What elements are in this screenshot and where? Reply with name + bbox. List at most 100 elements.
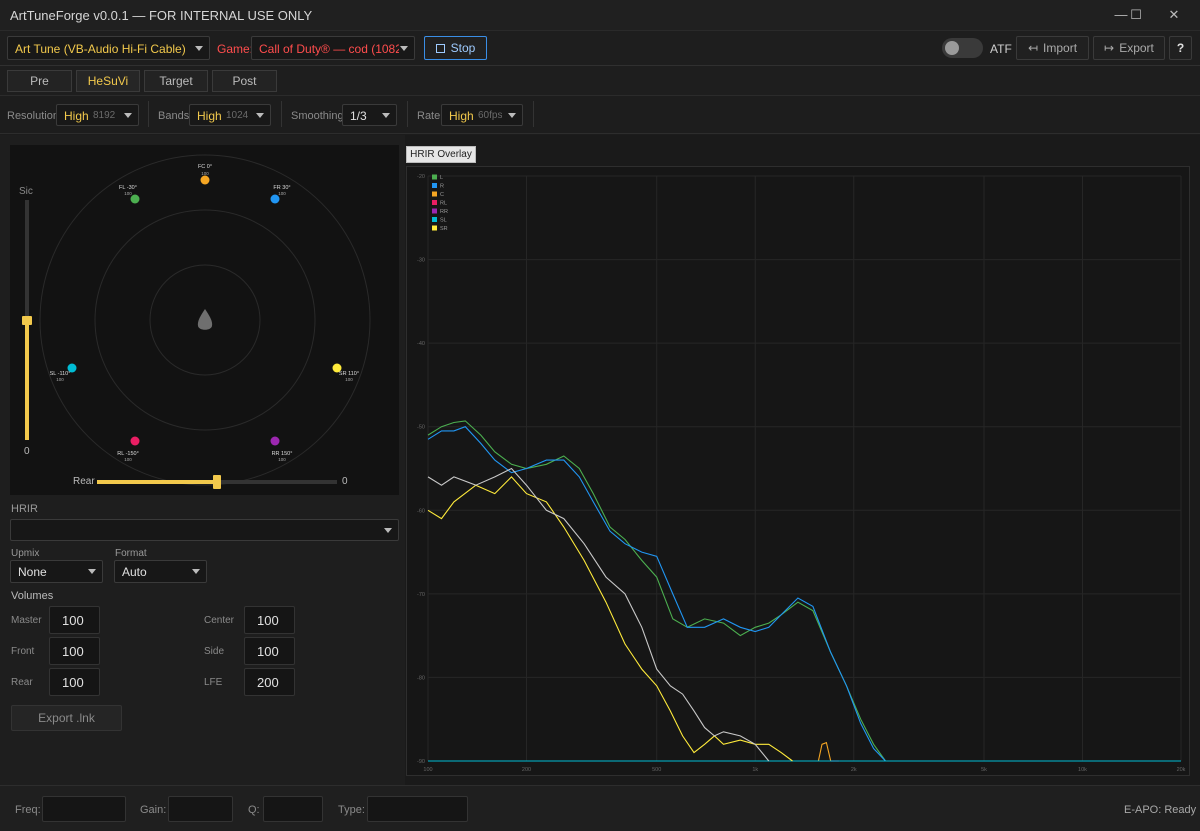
chevron-down-icon (508, 113, 516, 118)
legend-label: RL (440, 201, 447, 207)
lfe-input[interactable]: 200 (244, 668, 295, 696)
smoothing-select[interactable]: 1/3 (342, 104, 397, 126)
speaker-fr[interactable]: FR 30° 100 (270, 185, 291, 204)
center-input[interactable]: 100 (244, 606, 295, 634)
speaker-rr[interactable]: RR 150° 100 (270, 436, 293, 463)
divider (533, 101, 534, 127)
chevron-down-icon (195, 46, 203, 51)
front-input[interactable]: 100 (49, 637, 100, 665)
side-slider-fill (25, 320, 29, 440)
speaker-fr-dot[interactable] (270, 194, 280, 204)
y-tick-label: -60 (417, 508, 425, 514)
speaker-rl-dot[interactable] (130, 436, 140, 446)
bands-select[interactable]: High 1024 (189, 104, 271, 126)
side-input[interactable]: 100 (244, 637, 295, 665)
freq-input[interactable] (42, 796, 126, 822)
bands-value: High (197, 109, 222, 123)
y-tick-label: -50 (417, 425, 425, 431)
tab-target[interactable]: Target (144, 70, 208, 92)
divider (148, 101, 149, 127)
game-value: Call of Duty® — cod (10820 (259, 42, 399, 56)
window-title: ArtTuneForge v0.0.1 — FOR INTERNAL USE O… (10, 8, 313, 23)
legend-label: SL (440, 218, 447, 224)
type-input[interactable] (367, 796, 468, 822)
tab-post[interactable]: Post (212, 70, 277, 92)
status-text: E-APO: Ready (1124, 804, 1197, 816)
y-tick-label: -80 (417, 675, 425, 681)
speaker-sr[interactable]: SR 110° 100 (332, 363, 360, 383)
bands-sub: 1024 (226, 110, 249, 121)
speaker-fl[interactable]: FL -30° 100 (119, 185, 140, 204)
side-slider-label: Sic (19, 186, 33, 197)
legend-swatch (432, 200, 437, 205)
side-label: Side (204, 646, 225, 657)
rear-slider[interactable] (97, 475, 337, 489)
speaker-rr-dot[interactable] (270, 436, 280, 446)
stop-button[interactable]: Stop (424, 36, 487, 60)
smoothing-value: 1/3 (350, 109, 367, 123)
hrir-chart-svg: 100 200 500 1k 2k 5k 10k 20k -20 -30 -40 -50 -60 -70 -… (417, 174, 1186, 773)
tab-hesuvi[interactable]: HeSuVi (76, 70, 140, 92)
speaker-rr-level: 100 (278, 457, 286, 462)
speaker-sl[interactable]: SL -110° 100 (50, 363, 77, 383)
speaker-layout-panel: FC 0° 100 FL -30° 100 FR 30° 100 SL -110… (10, 145, 399, 495)
chevron-down-icon (400, 46, 408, 51)
chart-tab-hrir-overlay[interactable]: HRIR Overlay (406, 146, 476, 163)
hrir-overlay-chart: 100 200 500 1k 2k 5k 10k 20k -20 -30 -40 -50 -60 -70 -… (406, 166, 1190, 776)
resolution-label: Resolution: (7, 110, 63, 122)
atf-toggle[interactable] (942, 38, 983, 58)
bottom-bar: Freq: Gain: Q: Type: E-APO: Ready (0, 785, 1200, 831)
speaker-fc[interactable]: FC 0° 100 (198, 164, 212, 185)
gain-input[interactable] (168, 796, 233, 822)
divider (281, 101, 282, 127)
export-button[interactable]: ↦ Export (1093, 36, 1165, 60)
type-label: Type: (338, 804, 365, 816)
x-tick-label: 5k (981, 767, 987, 773)
import-button[interactable]: ↤ Import (1016, 36, 1089, 60)
upmix-select[interactable]: None (10, 560, 103, 583)
q-input[interactable] (263, 796, 323, 822)
series-line-unlabeled (427, 467, 770, 762)
format-select[interactable]: Auto (114, 560, 207, 583)
y-tick-label: -20 (417, 174, 425, 180)
series-line-c (812, 741, 835, 762)
tab-pre[interactable]: Pre (7, 70, 72, 92)
speaker-rl[interactable]: RL -150° 100 (117, 436, 140, 463)
hrir-label: HRIR (11, 503, 38, 515)
close-button[interactable]: ✕ (1154, 0, 1194, 31)
side-slider[interactable] (22, 200, 32, 440)
legend-label: SR (440, 226, 448, 232)
export-lnk-button[interactable]: Export .lnk (11, 705, 122, 731)
game-select[interactable]: Call of Duty® — cod (10820 (251, 36, 415, 60)
speaker-fc-name: FC 0° (198, 164, 212, 170)
upmix-label: Upmix (11, 548, 40, 559)
speaker-fl-dot[interactable] (130, 194, 140, 204)
device-select[interactable]: Art Tune (VB-Audio Hi-Fi Cable) (7, 36, 210, 60)
master-label: Master (11, 615, 42, 626)
master-input[interactable]: 100 (49, 606, 100, 634)
rear-slider-value: 0 (342, 476, 348, 487)
rear-slider-thumb[interactable] (213, 475, 221, 489)
x-tick-label: 20k (1177, 767, 1186, 773)
x-tick-label: 2k (851, 767, 857, 773)
hrir-select[interactable] (10, 519, 399, 541)
rate-value: High (449, 109, 474, 123)
help-button[interactable]: ? (1169, 36, 1192, 60)
speaker-fc-dot[interactable] (200, 175, 210, 185)
chevron-down-icon (382, 113, 390, 118)
legend-swatch (432, 217, 437, 222)
rear-input[interactable]: 100 (49, 668, 100, 696)
x-tick-label: 100 (423, 767, 432, 773)
rate-select[interactable]: High 60fps (441, 104, 523, 126)
y-tick-label: -90 (417, 759, 425, 765)
atf-label: ATF (990, 42, 1012, 56)
side-slider-thumb[interactable] (22, 316, 32, 325)
legend-swatch (432, 225, 437, 231)
maximize-button[interactable]: ☐ (1116, 0, 1156, 31)
speaker-fl-level: 100 (124, 191, 132, 196)
legend-swatch (432, 183, 437, 188)
resolution-select[interactable]: High 8192 (56, 104, 139, 126)
legend-swatch (432, 174, 437, 180)
rate-label: Rate: (417, 110, 444, 122)
listener-head-icon (197, 309, 213, 330)
